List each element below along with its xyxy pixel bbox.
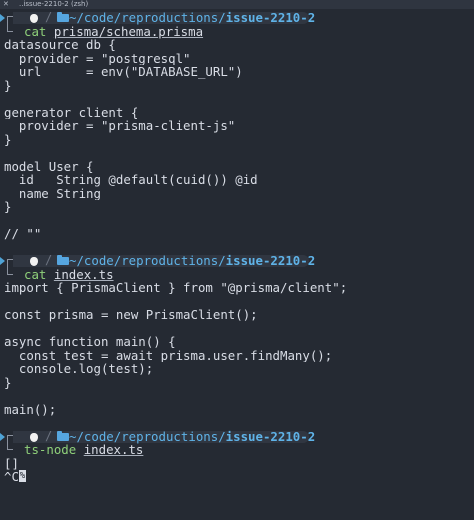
- output-line: []: [4, 456, 19, 470]
- output-line: import { PrismaClient } from "@prisma/cl…: [4, 281, 348, 295]
- output-line: url = env("DATABASE_URL"): [4, 65, 243, 79]
- command-line: cat prisma/schema.prisma: [0, 23, 474, 39]
- close-tab-icon[interactable]: ✕: [3, 0, 9, 9]
- tab-title[interactable]: ..issue-2210-2 (zsh): [19, 0, 88, 9]
- terminal-output[interactable]: / ~/code/reproductions/issue-2210-2 cat …: [0, 10, 474, 484]
- output-line: console.log(test);: [4, 362, 154, 376]
- output-line: name String: [4, 186, 101, 200]
- output-line: }: [4, 78, 12, 92]
- prompt: / ~/code/reproductions/issue-2210-2: [0, 428, 474, 444]
- segment-separator: /: [45, 10, 53, 24]
- output-line: model User {: [4, 159, 94, 173]
- folder-icon: [57, 430, 69, 441]
- chevron-right-icon: [0, 432, 5, 441]
- command-argument[interactable]: index.ts: [54, 267, 114, 282]
- output-line: id String @default(cuid()) @id: [4, 173, 258, 187]
- command-argument[interactable]: index.ts: [84, 442, 144, 457]
- output-line: async function main() {: [4, 335, 176, 349]
- output-line: const prisma = new PrismaClient();: [4, 308, 258, 322]
- prompt-path: ~/code/reproductions/issue-2210-2: [69, 10, 316, 25]
- title-bar: ✕ ..issue-2210-2 (zsh): [0, 0, 474, 9]
- apple-icon: [30, 257, 38, 266]
- output-line: const test = await prisma.user.findMany(…: [4, 348, 333, 362]
- folder-icon: [57, 255, 69, 265]
- output-line: provider = "prisma-client-js": [4, 119, 236, 133]
- prompt: / ~/code/reproductions/issue-2210-2: [0, 10, 474, 25]
- output-line: // "": [4, 227, 42, 241]
- output-line: }: [4, 375, 12, 389]
- command-name: ts-node: [24, 442, 77, 457]
- command-line: ts-node index.ts: [0, 442, 474, 457]
- prompt: / ~/code/reproductions/issue-2210-2: [0, 253, 474, 268]
- output-line: generator client {: [4, 105, 139, 119]
- chevron-right-icon: [0, 14, 5, 22]
- apple-icon: [30, 432, 38, 442]
- prompt-connector: [7, 266, 13, 275]
- segment-separator: /: [45, 253, 53, 267]
- folder-icon: [57, 12, 69, 22]
- prompt-connector: [7, 23, 13, 32]
- terminal-window[interactable]: ✕ ..issue-2210-2 (zsh) / ~/code/reproduc…: [0, 0, 474, 520]
- output-line: }: [4, 132, 12, 146]
- prompt-path: ~/code/reproductions/issue-2210-2: [69, 253, 316, 268]
- command-line: cat index.ts: [0, 266, 474, 282]
- output-line: main();: [4, 402, 57, 416]
- prompt-connector: [7, 442, 13, 450]
- output-line: provider = "postgresql": [4, 51, 191, 65]
- command-name: cat: [24, 266, 47, 282]
- apple-icon: [30, 14, 38, 23]
- command-argument[interactable]: prisma/schema.prisma: [54, 24, 203, 39]
- output-line: datasource db {: [4, 38, 116, 52]
- segment-separator: /: [45, 428, 53, 443]
- interrupt-line: ^C%: [0, 470, 474, 484]
- chevron-right-icon: [0, 257, 5, 265]
- command-name: cat: [24, 23, 47, 39]
- prompt-path: ~/code/reproductions/issue-2210-2: [69, 428, 316, 444]
- output-line: }: [4, 200, 12, 214]
